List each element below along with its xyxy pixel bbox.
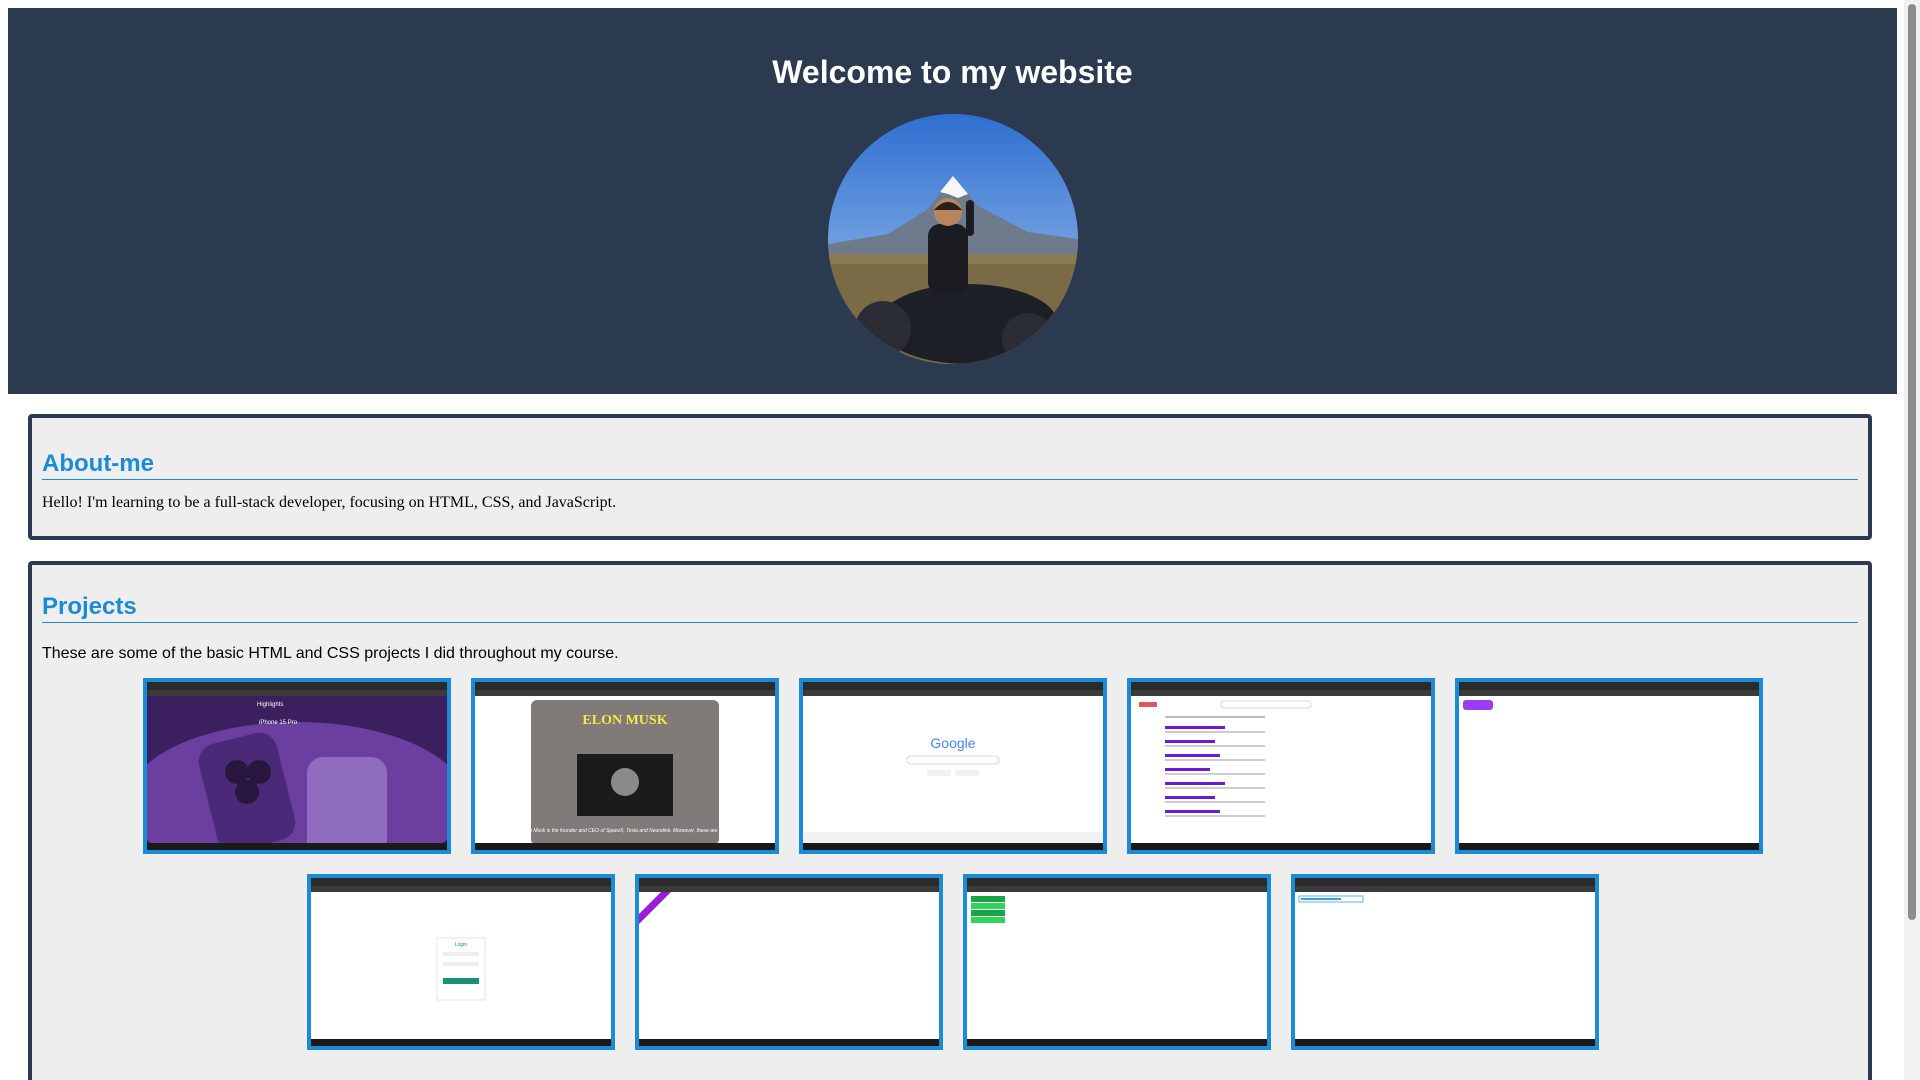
about-heading: About-me [42, 450, 1858, 480]
page: Welcome to my website About-me Hello! I'… [0, 0, 1904, 1080]
profile-photo [828, 114, 1078, 364]
project-thumbnail-form-input[interactable] [1291, 874, 1599, 1050]
about-section: About-me Hello! I'm learning to be a ful… [28, 414, 1872, 540]
project-thumbnail-google-clone[interactable]: Google [799, 678, 1107, 854]
project-thumbnail-iphone[interactable]: Highlights iPhone 15 Pro [143, 678, 451, 854]
project-thumbnail-ribbon[interactable] [635, 874, 943, 1050]
projects-text: These are some of the basic HTML and CSS… [42, 645, 619, 662]
vertical-scrollbar[interactable] [1904, 0, 1920, 1080]
scrollbar-thumb[interactable] [1908, 4, 1916, 920]
elon-thumb-title: ELON MUSK [582, 713, 667, 728]
projects-section: Projects These are some of the basic HTM… [28, 561, 1872, 1080]
project-thumbnail-table[interactable] [963, 874, 1271, 1050]
login-thumb-title: Login [455, 942, 467, 948]
google-thumb-logo: Google [930, 735, 975, 751]
elon-thumb-caption: Elon Musk is the founder and CEO of Spac… [522, 828, 729, 834]
project-thumbnail-search-results[interactable] [1127, 678, 1435, 854]
iphone-thumb-title: iPhone 15 Pro [259, 720, 298, 726]
site-header: Welcome to my website [8, 8, 1897, 394]
project-thumbnail-button[interactable] [1455, 678, 1763, 854]
page-title: Welcome to my website [772, 54, 1133, 90]
iphone-thumb-nav: Highlights [257, 702, 283, 708]
project-thumbnail-elon-musk[interactable]: ELON MUSK Elon Musk is the founder and C… [471, 678, 779, 854]
about-text: Hello! I'm learning to be a full-stack d… [42, 494, 617, 511]
projects-heading: Projects [42, 593, 1858, 623]
project-thumbnail-login-form[interactable]: Login [307, 874, 615, 1050]
